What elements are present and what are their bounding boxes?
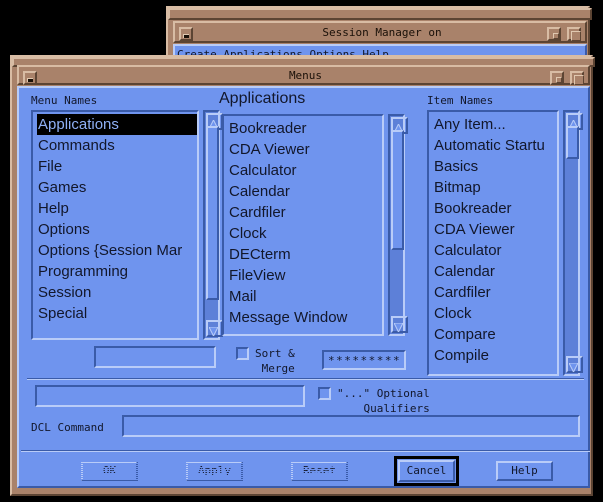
dcl-command-input[interactable] bbox=[122, 415, 580, 437]
menus-titlebar[interactable]: Menus bbox=[17, 65, 590, 85]
session-manager-title: Session Manager on bbox=[322, 26, 442, 39]
list-item[interactable]: Special bbox=[37, 303, 197, 324]
separator bbox=[27, 378, 584, 380]
sort-merge-label: Sort & Merge bbox=[255, 346, 295, 376]
optional-qualifiers-label: "..." Optional Qualifiers bbox=[337, 386, 430, 416]
reset-button[interactable]: Reset bbox=[291, 461, 348, 481]
checkbox-unchecked-icon[interactable] bbox=[318, 387, 331, 400]
apply-button[interactable]: Apply bbox=[186, 461, 243, 481]
list-item[interactable]: Options bbox=[37, 219, 197, 240]
menu-names-label: Menu Names bbox=[31, 94, 98, 107]
list-item[interactable]: Cardfiler bbox=[228, 202, 382, 223]
applications-list[interactable]: Bookreader CDA Viewer Calculator Calendar Ca… bbox=[222, 114, 384, 336]
restore-icon[interactable] bbox=[547, 27, 561, 41]
label-line: Sort & bbox=[255, 347, 295, 360]
scroll-down-arrow-icon[interactable] bbox=[206, 320, 223, 338]
list-item[interactable]: Cardfiler bbox=[433, 282, 557, 303]
pattern-field[interactable]: ********** bbox=[322, 350, 406, 370]
item-names-scrollbar[interactable] bbox=[563, 110, 583, 376]
list-item[interactable]: CDA Viewer bbox=[228, 139, 382, 160]
list-item[interactable]: Options {Session Mar bbox=[37, 240, 197, 261]
list-item[interactable]: DECterm bbox=[228, 244, 382, 265]
list-item[interactable]: Bitmap bbox=[433, 177, 557, 198]
list-item[interactable]: Mail bbox=[228, 286, 382, 307]
checkbox-unchecked-icon[interactable] bbox=[236, 347, 249, 360]
session-manager-titlebar-row: Session Manager on bbox=[173, 21, 587, 43]
list-item[interactable]: Compare bbox=[433, 324, 557, 345]
item-names-list[interactable]: Any Item... Automatic Startu Basics Bitmap B… bbox=[427, 110, 559, 376]
maximize-icon[interactable] bbox=[567, 27, 581, 41]
label-line: Merge bbox=[261, 362, 295, 375]
list-item[interactable]: Help bbox=[37, 198, 197, 219]
list-item[interactable]: Applications bbox=[37, 114, 197, 135]
applications-title: Applications bbox=[219, 90, 306, 107]
scrollbar-thumb[interactable] bbox=[206, 126, 219, 300]
scroll-down-arrow-icon[interactable] bbox=[566, 356, 583, 374]
label-line: Qualifiers bbox=[356, 402, 430, 415]
dcl-command-label: DCL Command bbox=[31, 421, 104, 434]
menus-title: Menus bbox=[288, 69, 323, 82]
restore-icon[interactable] bbox=[550, 71, 564, 85]
session-manager-frame-top[interactable] bbox=[168, 8, 592, 20]
menu-names-scrollbar[interactable] bbox=[203, 110, 223, 340]
list-item[interactable]: Any Item... bbox=[433, 114, 557, 135]
list-item[interactable]: Compile bbox=[433, 345, 557, 366]
list-item[interactable]: Clock bbox=[433, 303, 557, 324]
list-item[interactable]: Bookreader bbox=[433, 198, 557, 219]
cancel-button[interactable]: Cancel bbox=[398, 460, 455, 482]
list-item[interactable]: Message Window bbox=[228, 307, 382, 328]
list-item[interactable]: Basics bbox=[433, 156, 557, 177]
list-item[interactable]: Session bbox=[37, 282, 197, 303]
name-field[interactable] bbox=[94, 346, 216, 368]
list-item[interactable]: Clock bbox=[228, 223, 382, 244]
scrollbar-thumb[interactable] bbox=[566, 126, 579, 159]
scrollbar-thumb[interactable] bbox=[391, 130, 404, 250]
menus-client-area: Menu Names Applications Commands File Games… bbox=[17, 86, 590, 488]
list-item[interactable]: CDA Viewer bbox=[433, 219, 557, 240]
list-item[interactable]: Bookreader bbox=[228, 118, 382, 139]
scroll-down-arrow-icon[interactable] bbox=[391, 316, 408, 334]
help-button[interactable]: Help bbox=[496, 461, 553, 481]
session-manager-titlebar[interactable]: Session Manager on bbox=[173, 21, 587, 43]
list-item[interactable]: Calendar bbox=[433, 261, 557, 282]
menu-names-list[interactable]: Applications Commands File Games Help Options… bbox=[31, 110, 199, 340]
list-item[interactable]: Commands bbox=[37, 135, 197, 156]
list-item[interactable]: Calculator bbox=[433, 240, 557, 261]
list-item[interactable]: Programming bbox=[37, 261, 197, 282]
menus-window[interactable]: Menus Menu Names Applications Commands Fil… bbox=[10, 55, 595, 496]
list-item[interactable]: Calculator bbox=[228, 160, 382, 181]
list-item[interactable]: File bbox=[37, 156, 197, 177]
label-line: "..." Optional bbox=[337, 387, 430, 400]
list-item[interactable]: Automatic Startu bbox=[433, 135, 557, 156]
list-item[interactable]: FileView bbox=[228, 265, 382, 286]
item-names-label: Item Names bbox=[427, 94, 494, 107]
applications-scrollbar[interactable] bbox=[388, 114, 408, 336]
list-item[interactable]: Calendar bbox=[228, 181, 382, 202]
maximize-icon[interactable] bbox=[570, 71, 584, 85]
command-field[interactable] bbox=[35, 385, 305, 407]
ok-button[interactable]: OK bbox=[81, 461, 138, 481]
list-item[interactable]: Games bbox=[37, 177, 197, 198]
separator-bottom bbox=[21, 450, 590, 452]
